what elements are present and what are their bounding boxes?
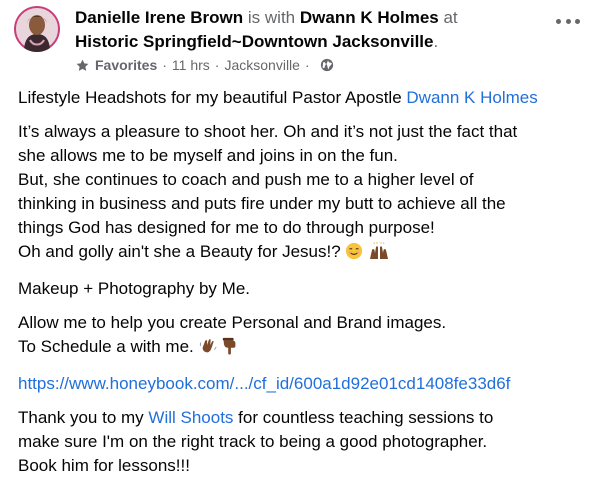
headshots-text: Lifestyle Headshots for my beautiful Pas… (18, 88, 402, 107)
tagged-person[interactable]: Dwann K Holmes (300, 8, 439, 27)
author-name[interactable]: Danielle Irene Brown (75, 8, 243, 27)
meta-separator: · (162, 57, 167, 73)
pointing-down-emoji-icon (221, 337, 239, 362)
text-line: make sure I'm on the right track to bein… (18, 432, 488, 451)
post-header: Danielle Irene Brown is with Dwann K Hol… (75, 6, 545, 30)
thanks-prefix: Thank you to my (18, 408, 144, 427)
post-location-line: Historic Springfield~Downtown Jacksonvil… (75, 30, 438, 54)
smiling-face-emoji-icon (345, 242, 363, 267)
post-body: Lifestyle Headshots for my beautiful Pas… (18, 86, 588, 488)
dot-icon (565, 18, 571, 24)
dot-icon (575, 18, 580, 24)
honeybook-link[interactable]: https://www.honeybook.com/.../cf_id/600a… (18, 374, 510, 393)
avatar-image (14, 6, 60, 52)
text-line: Allow me to help you create Personal and… (18, 313, 447, 332)
thanks-suffix: for countless teaching sessions to (238, 408, 494, 427)
favorites-label[interactable]: Favorites (95, 55, 157, 75)
avatar[interactable] (14, 6, 60, 52)
at-text: at (443, 8, 458, 27)
text-line: Book him for lessons!!! (18, 456, 190, 475)
facebook-post: Danielle Irene Brown is with Dwann K Hol… (0, 0, 600, 497)
star-icon (75, 58, 90, 73)
post-meta: Favorites · 11 hrs · Jacksonville · (75, 55, 334, 75)
paragraph-schedule: Allow me to help you create Personal and… (18, 311, 588, 362)
text-line: But, she continues to coach and push me … (18, 170, 474, 189)
paragraph-makeup: Makeup + Photography by Me. (18, 279, 250, 298)
text-line: Oh and golly ain't she a Beauty for Jesu… (18, 242, 341, 261)
paragraph-url: https://www.honeybook.com/.../cf_id/600a… (18, 372, 588, 396)
paragraph-thanks: Thank you to my Will Shoots for countles… (18, 406, 588, 478)
dot-icon (556, 18, 561, 24)
more-options-icon[interactable] (556, 14, 580, 28)
paragraph-pleasure: It’s always a pleasure to shoot her. Oh … (18, 120, 588, 267)
location-suffix: . (433, 32, 439, 51)
raising-hands-emoji-icon (368, 242, 390, 267)
post-place[interactable]: Jacksonville (224, 55, 299, 75)
post-time[interactable]: 11 hrs (172, 55, 210, 75)
text-line: she allows me to be myself and joins in … (18, 146, 398, 165)
text-line: things God has designed for me to do thr… (18, 218, 435, 237)
paragraph-headshots: Lifestyle Headshots for my beautiful Pas… (18, 86, 588, 110)
with-text: is with (247, 8, 296, 27)
mention-link[interactable]: Dwann K Holmes (406, 88, 537, 107)
meta-separator: · (214, 57, 220, 73)
location-name[interactable]: Historic Springfield~Downtown Jacksonvil… (75, 32, 434, 51)
globe-icon[interactable] (320, 58, 334, 72)
text-line: It’s always a pleasure to shoot her. Oh … (18, 122, 518, 141)
text-line: thinking in business and puts fire under… (18, 194, 506, 213)
text-line: To Schedule a with me. (18, 337, 194, 356)
waving-hand-emoji-icon (199, 337, 217, 362)
will-shoots-link[interactable]: Will Shoots (148, 408, 233, 427)
meta-separator: · (304, 57, 310, 73)
